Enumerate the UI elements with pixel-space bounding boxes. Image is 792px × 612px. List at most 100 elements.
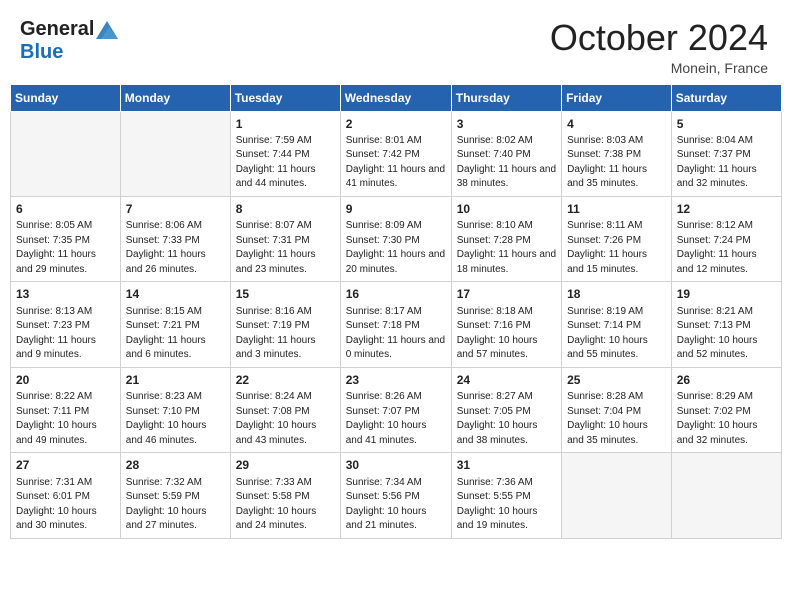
day-number: 8 xyxy=(236,201,335,218)
weekday-header: Friday xyxy=(562,84,672,111)
day-number: 25 xyxy=(567,372,666,389)
cell-content: Sunrise: 8:22 AM Sunset: 7:11 PM Dayligh… xyxy=(16,390,115,448)
day-number: 15 xyxy=(236,286,335,303)
day-number: 2 xyxy=(346,116,446,133)
cell-content: Sunrise: 7:31 AM Sunset: 6:01 PM Dayligh… xyxy=(16,476,115,534)
calendar-week-row: 27Sunrise: 7:31 AM Sunset: 6:01 PM Dayli… xyxy=(11,453,782,538)
calendar-cell: 7Sunrise: 8:06 AM Sunset: 7:33 PM Daylig… xyxy=(120,196,230,281)
calendar-cell: 26Sunrise: 8:29 AM Sunset: 7:02 PM Dayli… xyxy=(671,367,781,452)
weekday-header: Thursday xyxy=(451,84,561,111)
cell-content: Sunrise: 8:16 AM Sunset: 7:19 PM Dayligh… xyxy=(236,305,335,363)
day-number: 17 xyxy=(457,286,556,303)
cell-content: Sunrise: 8:07 AM Sunset: 7:31 PM Dayligh… xyxy=(236,219,335,277)
cell-content: Sunrise: 8:06 AM Sunset: 7:33 PM Dayligh… xyxy=(126,219,225,277)
day-number: 29 xyxy=(236,457,335,474)
weekday-header: Tuesday xyxy=(230,84,340,111)
calendar-cell: 16Sunrise: 8:17 AM Sunset: 7:18 PM Dayli… xyxy=(340,282,451,367)
day-number: 16 xyxy=(346,286,446,303)
calendar-cell: 22Sunrise: 8:24 AM Sunset: 7:08 PM Dayli… xyxy=(230,367,340,452)
day-number: 20 xyxy=(16,372,115,389)
calendar-cell: 19 Sunrise: 8:21 AM Sunset: 7:13 PM Dayli… xyxy=(671,282,781,367)
day-number: 13 xyxy=(16,286,115,303)
title-block: October 2024 Monein, France xyxy=(550,18,768,76)
calendar-wrapper: SundayMondayTuesdayWednesdayThursdayFrid… xyxy=(0,84,792,549)
day-number: 22 xyxy=(236,372,335,389)
day-number: 30 xyxy=(346,457,446,474)
cell-content: Sunrise: 8:21 AM Sunset: 7:13 PM Dayligh… xyxy=(677,305,776,363)
calendar-week-row: 13 Sunrise: 8:13 AM Sunset: 7:23 PM Dayli… xyxy=(11,282,782,367)
calendar-week-row: 20Sunrise: 8:22 AM Sunset: 7:11 PM Dayli… xyxy=(11,367,782,452)
cell-content: Sunrise: 8:13 AM Sunset: 7:23 PM Dayligh… xyxy=(16,305,115,363)
calendar-cell: 17 Sunrise: 8:18 AM Sunset: 7:16 PM Dayli… xyxy=(451,282,561,367)
calendar-week-row: 1Sunrise: 7:59 AM Sunset: 7:44 PM Daylig… xyxy=(11,111,782,196)
calendar-cell: 13 Sunrise: 8:13 AM Sunset: 7:23 PM Dayli… xyxy=(11,282,121,367)
calendar-cell: 29Sunrise: 7:33 AM Sunset: 5:58 PM Dayli… xyxy=(230,453,340,538)
calendar-cell: 28 Sunrise: 7:32 AM Sunset: 5:59 PM Dayli… xyxy=(120,453,230,538)
day-number: 7 xyxy=(126,201,225,218)
cell-content: Sunrise: 8:23 AM Sunset: 7:10 PM Dayligh… xyxy=(126,390,225,448)
day-number: 23 xyxy=(346,372,446,389)
calendar-cell: 4Sunrise: 8:03 AM Sunset: 7:38 PM Daylig… xyxy=(562,111,672,196)
logo-icon xyxy=(96,21,118,39)
day-number: 5 xyxy=(677,116,776,133)
cell-content: Sunrise: 8:15 AM Sunset: 7:21 PM Dayligh… xyxy=(126,305,225,363)
month-title: October 2024 xyxy=(550,18,768,58)
cell-content: Sunrise: 8:18 AM Sunset: 7:16 PM Dayligh… xyxy=(457,305,556,363)
logo-blue-text: Blue xyxy=(20,41,63,64)
calendar-cell: 27Sunrise: 7:31 AM Sunset: 6:01 PM Dayli… xyxy=(11,453,121,538)
calendar-cell: 2Sunrise: 8:01 AM Sunset: 7:42 PM Daylig… xyxy=(340,111,451,196)
calendar-cell: 25Sunrise: 8:28 AM Sunset: 7:04 PM Dayli… xyxy=(562,367,672,452)
day-number: 31 xyxy=(457,457,556,474)
calendar-cell: 23Sunrise: 8:26 AM Sunset: 7:07 PM Dayli… xyxy=(340,367,451,452)
cell-content: Sunrise: 7:32 AM Sunset: 5:59 PM Dayligh… xyxy=(126,476,225,534)
day-number: 10 xyxy=(457,201,556,218)
logo-general-text: General xyxy=(20,18,94,41)
day-number: 18 xyxy=(567,286,666,303)
cell-content: Sunrise: 7:36 AM Sunset: 5:55 PM Dayligh… xyxy=(457,476,556,534)
cell-content: Sunrise: 8:02 AM Sunset: 7:40 PM Dayligh… xyxy=(457,134,556,192)
cell-content: Sunrise: 8:28 AM Sunset: 7:04 PM Dayligh… xyxy=(567,390,666,448)
day-number: 28 xyxy=(126,457,225,474)
calendar-cell: 10Sunrise: 8:10 AM Sunset: 7:28 PM Dayli… xyxy=(451,196,561,281)
cell-content: Sunrise: 8:04 AM Sunset: 7:37 PM Dayligh… xyxy=(677,134,776,192)
cell-content: Sunrise: 8:12 AM Sunset: 7:24 PM Dayligh… xyxy=(677,219,776,277)
cell-content: Sunrise: 8:03 AM Sunset: 7:38 PM Dayligh… xyxy=(567,134,666,192)
cell-content: Sunrise: 8:05 AM Sunset: 7:35 PM Dayligh… xyxy=(16,219,115,277)
day-number: 21 xyxy=(126,372,225,389)
calendar-cell: 20Sunrise: 8:22 AM Sunset: 7:11 PM Dayli… xyxy=(11,367,121,452)
cell-content: Sunrise: 8:29 AM Sunset: 7:02 PM Dayligh… xyxy=(677,390,776,448)
day-number: 3 xyxy=(457,116,556,133)
day-number: 14 xyxy=(126,286,225,303)
weekday-header: Monday xyxy=(120,84,230,111)
cell-content: Sunrise: 8:10 AM Sunset: 7:28 PM Dayligh… xyxy=(457,219,556,277)
day-number: 9 xyxy=(346,201,446,218)
calendar-cell: 8Sunrise: 8:07 AM Sunset: 7:31 PM Daylig… xyxy=(230,196,340,281)
cell-content: Sunrise: 7:59 AM Sunset: 7:44 PM Dayligh… xyxy=(236,134,335,192)
cell-content: Sunrise: 8:27 AM Sunset: 7:05 PM Dayligh… xyxy=(457,390,556,448)
calendar-cell: 14 Sunrise: 8:15 AM Sunset: 7:21 PM Dayli… xyxy=(120,282,230,367)
day-number: 19 xyxy=(677,286,776,303)
weekday-header: Saturday xyxy=(671,84,781,111)
day-number: 1 xyxy=(236,116,335,133)
page: General Blue October 2024 Monein, France… xyxy=(0,0,792,612)
day-number: 26 xyxy=(677,372,776,389)
cell-content: Sunrise: 7:34 AM Sunset: 5:56 PM Dayligh… xyxy=(346,476,446,534)
location: Monein, France xyxy=(550,60,768,76)
calendar-cell: 21Sunrise: 8:23 AM Sunset: 7:10 PM Dayli… xyxy=(120,367,230,452)
weekday-header: Sunday xyxy=(11,84,121,111)
calendar-cell: 18Sunrise: 8:19 AM Sunset: 7:14 PM Dayli… xyxy=(562,282,672,367)
calendar-week-row: 6Sunrise: 8:05 AM Sunset: 7:35 PM Daylig… xyxy=(11,196,782,281)
calendar-cell: 6Sunrise: 8:05 AM Sunset: 7:35 PM Daylig… xyxy=(11,196,121,281)
cell-content: Sunrise: 8:26 AM Sunset: 7:07 PM Dayligh… xyxy=(346,390,446,448)
calendar-cell: 24Sunrise: 8:27 AM Sunset: 7:05 PM Dayli… xyxy=(451,367,561,452)
header: General Blue October 2024 Monein, France xyxy=(0,0,792,84)
calendar-cell: 5Sunrise: 8:04 AM Sunset: 7:37 PM Daylig… xyxy=(671,111,781,196)
cell-content: Sunrise: 8:01 AM Sunset: 7:42 PM Dayligh… xyxy=(346,134,446,192)
calendar-cell xyxy=(562,453,672,538)
calendar-cell xyxy=(11,111,121,196)
day-number: 24 xyxy=(457,372,556,389)
day-number: 6 xyxy=(16,201,115,218)
calendar-cell xyxy=(120,111,230,196)
day-number: 12 xyxy=(677,201,776,218)
cell-content: Sunrise: 8:11 AM Sunset: 7:26 PM Dayligh… xyxy=(567,219,666,277)
